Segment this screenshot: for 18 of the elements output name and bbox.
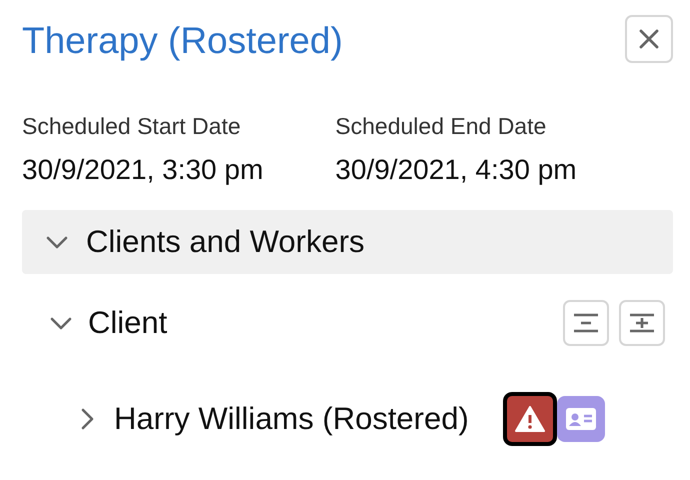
- client-name[interactable]: Harry Williams (Rostered): [114, 401, 469, 437]
- collapse-all-button[interactable]: [563, 300, 609, 346]
- date-label: Scheduled Start Date: [22, 113, 242, 140]
- expand-all-button[interactable]: [619, 300, 665, 346]
- section-title: Clients and Workers: [86, 224, 365, 260]
- group-title: Client: [88, 305, 168, 341]
- dialog-title: Therapy (Rostered): [22, 20, 343, 62]
- date-value: 30/9/2021, 3:30 pm: [22, 154, 264, 186]
- expand-icon: [629, 313, 655, 333]
- section-header[interactable]: Clients and Workers: [22, 210, 673, 274]
- warning-button[interactable]: [502, 392, 557, 446]
- close-button[interactable]: [625, 15, 673, 63]
- close-icon: [638, 28, 660, 50]
- warning-icon: [514, 406, 545, 432]
- date-value: 30/9/2021, 4:30 pm: [335, 154, 577, 186]
- collapse-icon: [573, 313, 599, 333]
- date-label: Scheduled End Date: [335, 113, 548, 140]
- contact-card-icon: [566, 408, 596, 430]
